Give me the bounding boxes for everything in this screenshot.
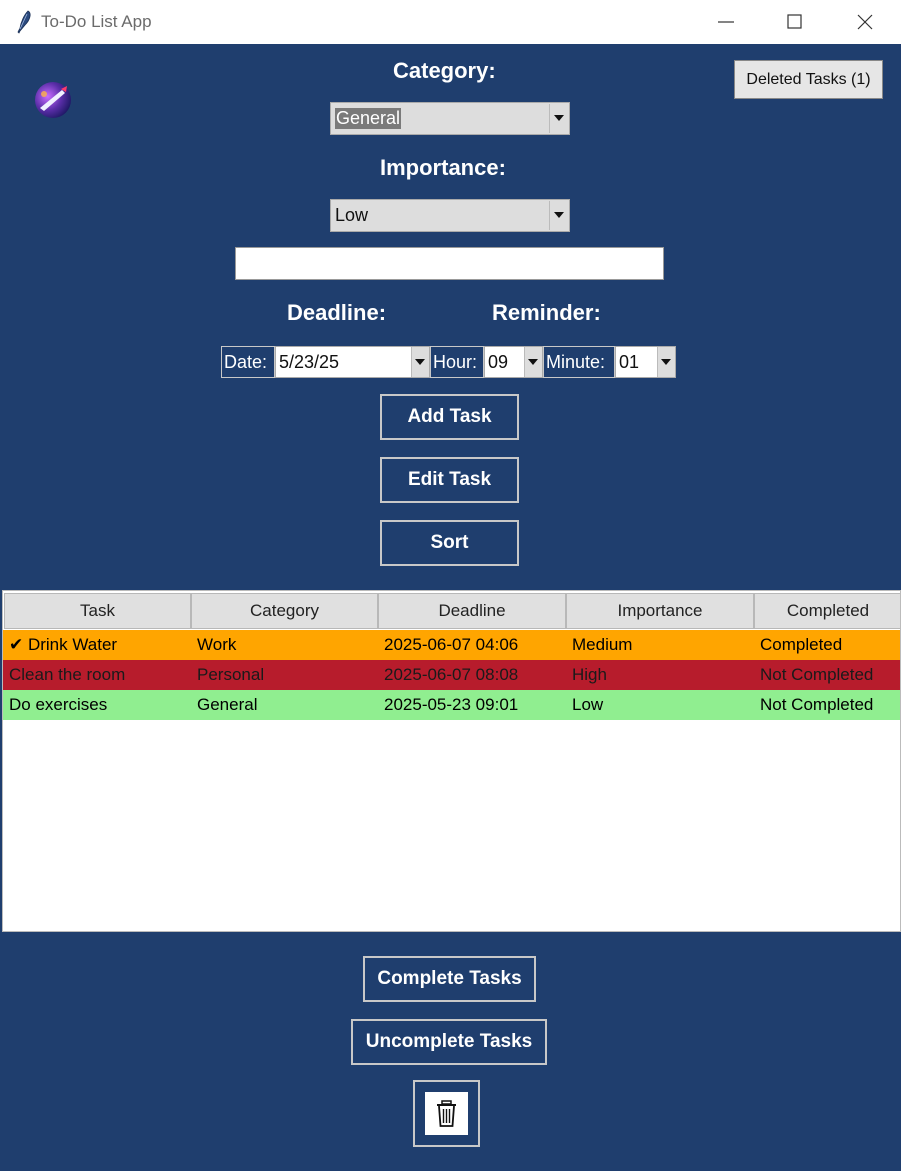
- importance-value: Low: [335, 205, 369, 225]
- window-title: To-Do List App: [41, 12, 152, 31]
- uncomplete-tasks-button[interactable]: Uncomplete Tasks: [351, 1019, 547, 1065]
- table-row[interactable]: ✔ Drink Water Work 2025-06-07 04:06 Medi…: [3, 630, 900, 660]
- hour-label: Hour:: [430, 346, 484, 378]
- cell-task: Clean the room: [9, 665, 126, 684]
- date-label: Date:: [221, 346, 275, 378]
- hour-value: 09: [488, 352, 509, 372]
- trash-button-face: [425, 1092, 468, 1135]
- trash-icon: [437, 1100, 456, 1127]
- category-dropdown[interactable]: General: [330, 102, 570, 135]
- importance-label: Importance:: [380, 155, 506, 180]
- maximize-icon: [787, 14, 802, 29]
- deleted-tasks-button[interactable]: Deleted Tasks (1): [734, 60, 883, 99]
- category-label: Category:: [393, 58, 496, 83]
- deadline-label: Deadline:: [287, 300, 387, 325]
- cell-deadline: 2025-06-07 08:08: [384, 665, 519, 684]
- minute-value: 01: [619, 352, 640, 372]
- category-value: General: [335, 108, 402, 129]
- cell-importance: Medium: [572, 635, 633, 654]
- task-table[interactable]: Task Category Deadline Importance Comple…: [2, 590, 901, 932]
- add-task-button[interactable]: Add Task: [380, 394, 519, 440]
- hour-spinbox[interactable]: 09: [484, 346, 543, 378]
- date-value: 5/23/25: [279, 352, 340, 372]
- chevron-down-icon[interactable]: [524, 347, 542, 377]
- column-header-category[interactable]: Category: [191, 593, 378, 629]
- edit-task-button[interactable]: Edit Task: [380, 457, 519, 503]
- chevron-down-icon[interactable]: [549, 104, 568, 133]
- minute-label: Minute:: [543, 346, 615, 378]
- cell-task: Do exercises: [9, 695, 108, 714]
- maximize-button[interactable]: [765, 0, 825, 44]
- table-row[interactable]: Do exercises General 2025-05-23 09:01 Lo…: [3, 690, 900, 720]
- minimize-button[interactable]: [696, 0, 756, 44]
- sort-button[interactable]: Sort: [380, 520, 519, 566]
- cell-category: Work: [197, 635, 237, 654]
- complete-tasks-button[interactable]: Complete Tasks: [363, 956, 536, 1002]
- cell-category: General: [197, 695, 258, 714]
- cell-importance: High: [572, 665, 607, 684]
- table-row[interactable]: Clean the room Personal 2025-06-07 08:08…: [3, 660, 900, 690]
- chevron-down-icon[interactable]: [549, 201, 568, 230]
- close-button[interactable]: [835, 0, 895, 44]
- cell-importance: Low: [572, 695, 604, 714]
- date-picker[interactable]: 5/23/25: [275, 346, 430, 378]
- cell-completed: Completed: [760, 635, 843, 654]
- cell-completed: Not Completed: [760, 695, 874, 714]
- cell-deadline: 2025-06-07 04:06: [384, 635, 519, 654]
- column-header-completed[interactable]: Completed: [754, 593, 900, 629]
- cell-completed: Not Completed: [760, 665, 874, 684]
- app-logo-icon: [35, 82, 71, 118]
- cell-category: Personal: [197, 665, 265, 684]
- chevron-down-icon[interactable]: [657, 347, 675, 377]
- column-header-task[interactable]: Task: [4, 593, 191, 629]
- task-input[interactable]: [235, 247, 664, 280]
- minute-spinbox[interactable]: 01: [615, 346, 676, 378]
- close-icon: [857, 14, 873, 30]
- reminder-label: Reminder:: [492, 300, 601, 325]
- importance-dropdown[interactable]: Low: [330, 199, 570, 232]
- feather-icon: [17, 10, 31, 34]
- chevron-down-icon[interactable]: [411, 347, 429, 377]
- delete-task-button[interactable]: [413, 1080, 480, 1147]
- column-header-deadline[interactable]: Deadline: [378, 593, 566, 629]
- title-bar: To-Do List App: [0, 0, 901, 44]
- cell-task: ✔ Drink Water: [9, 635, 118, 654]
- column-header-importance[interactable]: Importance: [566, 593, 754, 629]
- minimize-icon: [718, 21, 734, 23]
- cell-deadline: 2025-05-23 09:01: [384, 695, 519, 714]
